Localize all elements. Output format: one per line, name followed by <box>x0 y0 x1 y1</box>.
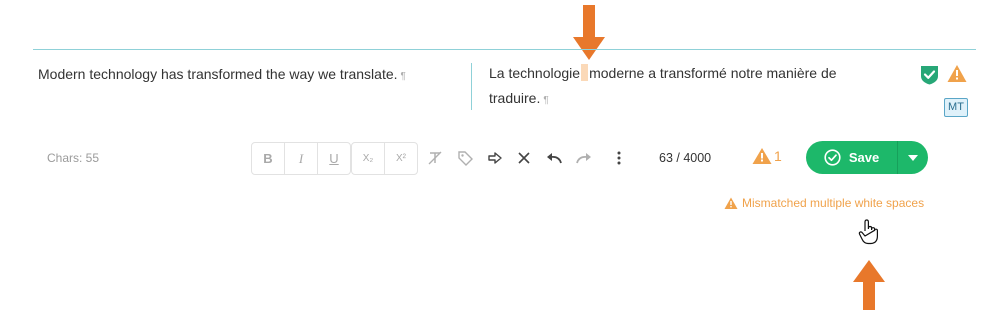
italic-label: I <box>298 150 304 166</box>
character-counter: 63 / 4000 <box>659 151 712 165</box>
save-button[interactable]: Save <box>806 141 897 174</box>
superscript-button[interactable]: X² <box>384 142 418 175</box>
shield-check-icon[interactable] <box>920 64 939 85</box>
pilcrow-mark: ¶ <box>543 95 549 106</box>
undo-icon[interactable] <box>544 148 564 168</box>
mt-badge: MT <box>944 98 968 117</box>
bold-label: B <box>263 151 273 166</box>
redo-icon[interactable] <box>574 148 594 168</box>
warning-icon <box>752 148 772 164</box>
qa-warning-count[interactable]: 1 <box>752 147 782 165</box>
warning-icon <box>724 197 738 209</box>
source-text: Modern technology has transformed the wa… <box>38 66 406 82</box>
target-text-editor[interactable]: La technologie moderne a transformé notre… <box>489 61 889 113</box>
bold-button[interactable]: B <box>251 142 285 175</box>
save-button-group: Save <box>806 141 928 174</box>
underline-label: U <box>329 151 339 166</box>
qa-issue-message[interactable]: Mismatched multiple white spaces <box>724 196 924 210</box>
hand-cursor-icon <box>858 219 878 245</box>
save-label: Save <box>848 150 880 165</box>
underline-button[interactable]: U <box>317 142 351 175</box>
more-vertical-icon[interactable] <box>609 148 629 168</box>
clear-format-icon[interactable] <box>425 148 445 168</box>
format-toolbar: B I U X₂ X² <box>251 142 418 175</box>
save-options-dropdown[interactable] <box>897 141 928 174</box>
italic-button[interactable]: I <box>284 142 318 175</box>
whitespace-highlight <box>581 64 589 81</box>
warning-icon[interactable] <box>947 64 967 83</box>
subscript-label: X₂ <box>362 153 374 164</box>
arrow-right-icon[interactable] <box>485 148 505 168</box>
target-text-before: La technologie <box>489 65 581 81</box>
translation-segment: Modern technology has transformed the wa… <box>33 49 976 219</box>
chevron-down-icon <box>908 154 918 161</box>
pilcrow-mark: ¶ <box>400 71 406 82</box>
subscript-button[interactable]: X₂ <box>351 142 385 175</box>
source-text-content: Modern technology has transformed the wa… <box>38 66 398 82</box>
segment-divider <box>471 63 472 110</box>
tag-icon[interactable] <box>455 148 475 168</box>
annotation-arrow-up <box>853 260 885 310</box>
qa-message-text: Mismatched multiple white spaces <box>742 196 925 210</box>
check-circle-icon <box>824 149 841 166</box>
close-icon[interactable] <box>514 148 534 168</box>
chars-count: Chars: 55 <box>47 151 100 165</box>
superscript-label: X² <box>396 153 406 164</box>
qa-count-value: 1 <box>774 148 782 164</box>
